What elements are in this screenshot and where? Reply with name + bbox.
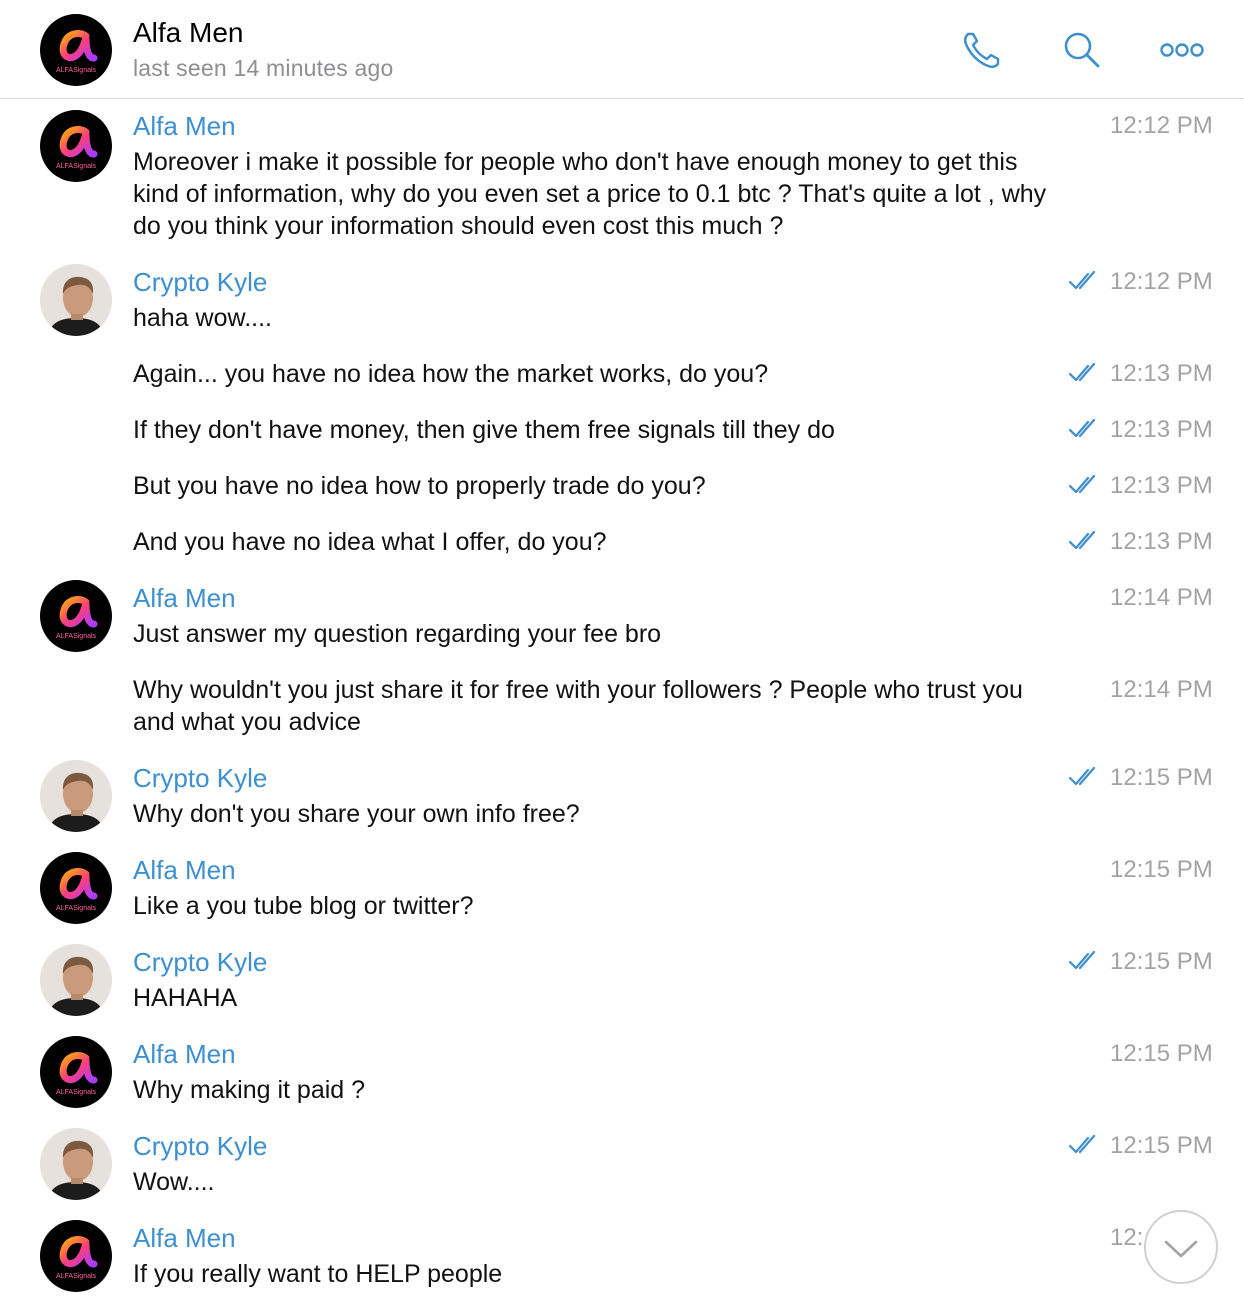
- contact-name[interactable]: Alfa Men: [133, 17, 244, 49]
- double-check-icon: [1068, 474, 1096, 494]
- message-text: And you have no idea what I offer, do yo…: [133, 528, 607, 556]
- message-text: Wow....: [133, 1168, 215, 1196]
- message-text: If you really want to HELP people: [133, 1260, 503, 1288]
- avatar[interactable]: [40, 264, 112, 336]
- message-time: 12:13 PM: [1110, 528, 1213, 555]
- sender-name[interactable]: Alfa Men: [133, 583, 236, 614]
- avatar[interactable]: ALFASignals: [40, 852, 112, 924]
- message-time: 12:15 PM: [1110, 764, 1213, 791]
- avatar[interactable]: [40, 944, 112, 1016]
- double-check-icon: [1068, 270, 1096, 290]
- message-text: Why don't you share your own info free?: [133, 800, 580, 828]
- sender-name[interactable]: Crypto Kyle: [133, 1131, 267, 1162]
- message-time: 12:13 PM: [1110, 416, 1213, 443]
- message-time: 12:15 PM: [1110, 1040, 1213, 1067]
- message-text: HAHAHA: [133, 984, 238, 1012]
- chat-header: ALFASignals Alfa Men last seen 14 minute…: [0, 0, 1244, 99]
- last-seen-status: last seen 14 minutes ago: [133, 55, 394, 81]
- message-time: 12:15 PM: [1110, 948, 1213, 975]
- avatar-brand-text: ALFASignals: [56, 905, 97, 912]
- double-check-icon: [1068, 418, 1096, 438]
- message-text: But you have no idea how to properly tra…: [133, 472, 706, 500]
- double-check-icon: [1068, 530, 1096, 550]
- sender-name[interactable]: Crypto Kyle: [133, 763, 267, 794]
- message-time: 12:12 PM: [1110, 268, 1213, 295]
- avatar[interactable]: ALFASignals: [40, 580, 112, 652]
- double-check-icon: [1068, 1134, 1096, 1154]
- sender-name[interactable]: Crypto Kyle: [133, 267, 267, 298]
- message-time: 12:13 PM: [1110, 472, 1213, 499]
- message-text: Why wouldn't you just share it for free …: [133, 676, 1023, 736]
- double-check-icon: [1068, 362, 1096, 382]
- double-check-icon: [1068, 766, 1096, 786]
- sender-name[interactable]: Alfa Men: [133, 1039, 236, 1070]
- sender-name[interactable]: Alfa Men: [133, 855, 236, 886]
- avatar[interactable]: ALFASignals: [40, 1036, 112, 1108]
- avatar[interactable]: [40, 1128, 112, 1200]
- message-time: 12:12 PM: [1110, 112, 1213, 139]
- sender-name[interactable]: Crypto Kyle: [133, 947, 267, 978]
- sender-name[interactable]: Alfa Men: [133, 1223, 236, 1254]
- more-icon[interactable]: [1160, 42, 1204, 63]
- message-text: Just answer my question regarding your f…: [133, 620, 662, 648]
- avatar[interactable]: ALFASignals: [40, 1220, 112, 1292]
- message-text: Why making it paid ?: [133, 1076, 366, 1104]
- avatar-brand-text: ALFASignals: [56, 1273, 97, 1280]
- message-text: Again... you have no idea how the market…: [133, 360, 769, 388]
- message-time: 12:15 PM: [1110, 1224, 1144, 1251]
- double-check-icon: [1068, 950, 1096, 970]
- scroll-down-button[interactable]: [1144, 1210, 1218, 1284]
- message-text: haha wow....: [133, 304, 272, 332]
- message-time: 12:15 PM: [1110, 1132, 1213, 1159]
- phone-icon[interactable]: [960, 28, 1004, 77]
- avatar-brand-text: ALFASignals: [56, 633, 97, 640]
- message-time: 12:13 PM: [1110, 360, 1213, 387]
- message-time: 12:14 PM: [1110, 676, 1213, 703]
- sender-name[interactable]: Alfa Men: [133, 111, 236, 142]
- message-text: If they don't have money, then give them…: [133, 416, 835, 444]
- contact-avatar[interactable]: ALFASignals: [40, 14, 112, 86]
- message-time: 12:14 PM: [1110, 584, 1213, 611]
- avatar[interactable]: ALFASignals: [40, 110, 112, 182]
- message-text: Like a you tube blog or twitter?: [133, 892, 474, 920]
- chevron-down-icon: [1164, 1240, 1198, 1258]
- avatar-brand-text: ALFASignals: [56, 163, 97, 170]
- message-text: Moreover i make it possible for people w…: [133, 148, 1047, 240]
- message-time: 12:15 PM: [1110, 856, 1213, 883]
- avatar-brand-text: ALFASignals: [56, 1089, 97, 1096]
- avatar[interactable]: [40, 760, 112, 832]
- avatar-brand-text: ALFASignals: [56, 67, 97, 74]
- search-icon[interactable]: [1062, 30, 1102, 75]
